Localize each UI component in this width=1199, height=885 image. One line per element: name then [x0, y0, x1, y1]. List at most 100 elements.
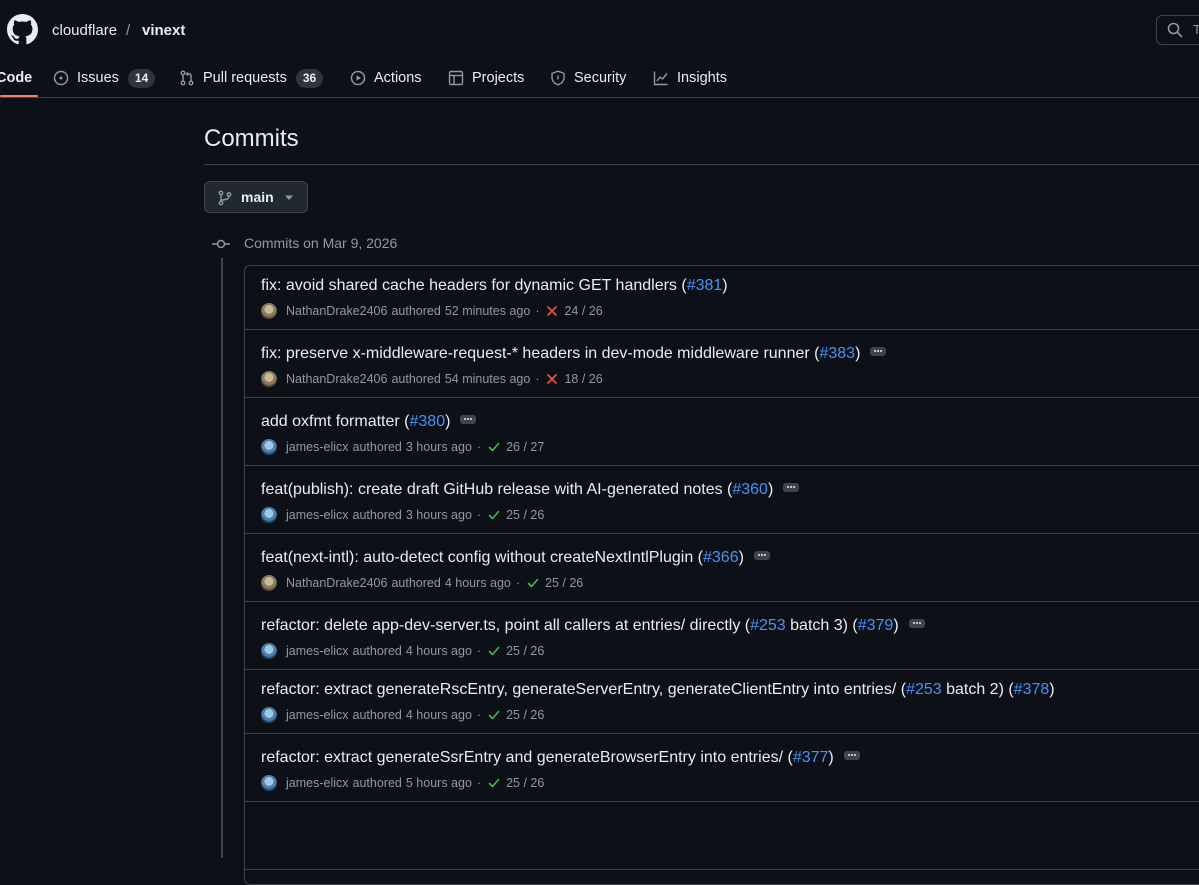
avatar[interactable] — [261, 303, 277, 319]
pr-link[interactable]: #253 — [750, 617, 786, 635]
pr-link[interactable]: #366 — [703, 549, 739, 567]
tab-label-pull-requests: Pull requests — [203, 70, 287, 86]
pull-requests-count-badge: 36 — [295, 68, 324, 88]
repo-owner-link[interactable]: cloudflare — [52, 22, 117, 39]
checks-count[interactable]: 25 / 26 — [506, 644, 544, 658]
check-icon[interactable] — [488, 777, 500, 789]
commit-title-link[interactable]: fix: preserve x-middleware-request-* hea… — [261, 345, 887, 363]
check-icon[interactable] — [488, 509, 500, 521]
commit-message-text: fix: avoid shared cache headers for dyna… — [261, 277, 687, 294]
expand-description-button[interactable] — [753, 550, 770, 560]
pr-link[interactable]: #383 — [819, 345, 855, 363]
expand-description-button[interactable] — [783, 482, 800, 492]
commit-meta: james-elicx authored 3 hours ago · 26 / 27 — [261, 439, 544, 455]
expand-description-button[interactable] — [460, 414, 477, 424]
relative-time[interactable]: 52 minutes ago — [445, 304, 530, 318]
expand-description-button[interactable] — [870, 346, 887, 356]
commit-author-link[interactable]: james-elicx — [286, 776, 349, 790]
avatar[interactable] — [261, 371, 277, 387]
commit-author-link[interactable]: james-elicx — [286, 440, 349, 454]
check-icon[interactable] — [488, 645, 500, 657]
search-icon — [1167, 22, 1183, 38]
expand-description-button[interactable] — [843, 750, 860, 760]
pr-link[interactable]: #379 — [858, 617, 894, 635]
timeline-line — [221, 258, 223, 858]
tab-actions[interactable]: Actions — [350, 66, 422, 90]
commit-meta: james-elicx authored 3 hours ago · 25 / 26 — [261, 507, 544, 523]
checks-count[interactable]: 24 / 26 — [564, 304, 602, 318]
pr-link[interactable]: #253 — [906, 681, 942, 699]
check-icon[interactable] — [488, 709, 500, 721]
pr-link[interactable]: #377 — [793, 749, 829, 767]
avatar[interactable] — [261, 507, 277, 523]
relative-time[interactable]: 5 hours ago — [406, 776, 472, 790]
shield-icon — [551, 70, 565, 86]
check-icon[interactable] — [527, 577, 539, 589]
avatar[interactable] — [261, 575, 277, 591]
commit-author-link[interactable]: james-elicx — [286, 644, 349, 658]
commit-author-link[interactable]: NathanDrake2406 — [286, 304, 387, 318]
commit-author-link[interactable]: NathanDrake2406 — [286, 372, 387, 386]
avatar[interactable] — [261, 707, 277, 723]
tab-label-projects: Projects — [472, 70, 525, 86]
meta-separator: · — [476, 440, 482, 454]
commit-title-link[interactable]: refactor: extract generateRscEntry, gene… — [261, 681, 1055, 699]
commit-title-link[interactable]: fix: avoid shared cache headers for dyna… — [261, 277, 728, 295]
repo-name-link[interactable]: vinext — [142, 22, 185, 39]
checks-count[interactable]: 25 / 26 — [506, 708, 544, 722]
tab-label-insights: Insights — [677, 70, 727, 86]
avatar[interactable] — [261, 643, 277, 659]
commit-title-link[interactable]: feat(next-intl): auto-detect config with… — [261, 549, 770, 567]
kebab-dot-icon — [763, 553, 766, 556]
commit-title-link[interactable]: add oxfmt formatter (#380) — [261, 413, 477, 431]
tab-pull-requests[interactable]: Pull requests 36 — [179, 66, 324, 90]
commit-message-mid: batch 2) ( — [941, 681, 1014, 698]
commit-title-link[interactable]: refactor: delete app-dev-server.ts, poin… — [261, 617, 925, 635]
title-divider — [204, 164, 1199, 165]
commit-message-end: ) — [828, 749, 834, 766]
expand-description-button[interactable] — [908, 618, 925, 628]
tab-label-code: Code — [0, 70, 33, 86]
tab-projects[interactable]: Projects — [448, 66, 524, 90]
kebab-dot-icon — [912, 621, 915, 624]
github-logo-icon[interactable] — [7, 14, 38, 45]
relative-time[interactable]: 54 minutes ago — [445, 372, 530, 386]
checks-count[interactable]: 18 / 26 — [564, 372, 602, 386]
pr-link[interactable]: #378 — [1014, 681, 1050, 699]
tab-insights[interactable]: Insights — [653, 66, 727, 90]
relative-time[interactable]: 4 hours ago — [445, 576, 511, 590]
relative-time[interactable]: 4 hours ago — [406, 644, 472, 658]
branch-select-button[interactable]: main — [204, 181, 308, 213]
x-icon[interactable] — [546, 373, 558, 385]
commit-author-link[interactable]: james-elicx — [286, 508, 349, 522]
meta-separator: · — [535, 304, 540, 318]
kebab-dot-icon — [757, 553, 760, 556]
checks-count[interactable]: 26 / 27 — [506, 440, 544, 454]
commit-title-link[interactable]: feat(publish): create draft GitHub relea… — [261, 481, 800, 499]
commit-author-link[interactable]: james-elicx — [286, 708, 349, 722]
tab-issues[interactable]: Issues 14 — [53, 66, 156, 90]
relative-time[interactable]: 3 hours ago — [406, 508, 472, 522]
commit-message-end: ) — [767, 481, 774, 498]
relative-time[interactable]: 3 hours ago — [406, 440, 472, 454]
checks-count[interactable]: 25 / 26 — [506, 776, 544, 790]
commit-meta: james-elicx authored 4 hours ago · 25 / 26 — [261, 707, 544, 723]
check-icon[interactable] — [488, 441, 500, 453]
checks-count[interactable]: 25 / 26 — [506, 508, 544, 522]
avatar[interactable] — [261, 439, 277, 455]
pr-link[interactable]: #381 — [687, 277, 723, 295]
authored-label: authored — [352, 440, 402, 454]
tab-code[interactable]: Code — [0, 66, 32, 90]
x-icon[interactable] — [546, 305, 558, 317]
avatar[interactable] — [261, 775, 277, 791]
relative-time[interactable]: 4 hours ago — [406, 708, 472, 722]
search-input[interactable]: T — [1156, 15, 1199, 45]
commit-meta: NathanDrake2406 authored 52 minutes ago · 24… — [261, 303, 603, 319]
checks-count[interactable]: 25 / 26 — [545, 576, 583, 590]
commit-author-link[interactable]: NathanDrake2406 — [286, 576, 387, 590]
pr-link[interactable]: #380 — [410, 413, 446, 431]
pr-link[interactable]: #360 — [732, 481, 768, 499]
commit-title-link[interactable]: refactor: extract generateSsrEntry and g… — [261, 749, 860, 767]
tab-security[interactable]: Security — [550, 66, 626, 90]
commit-message-end: ) — [722, 277, 728, 294]
